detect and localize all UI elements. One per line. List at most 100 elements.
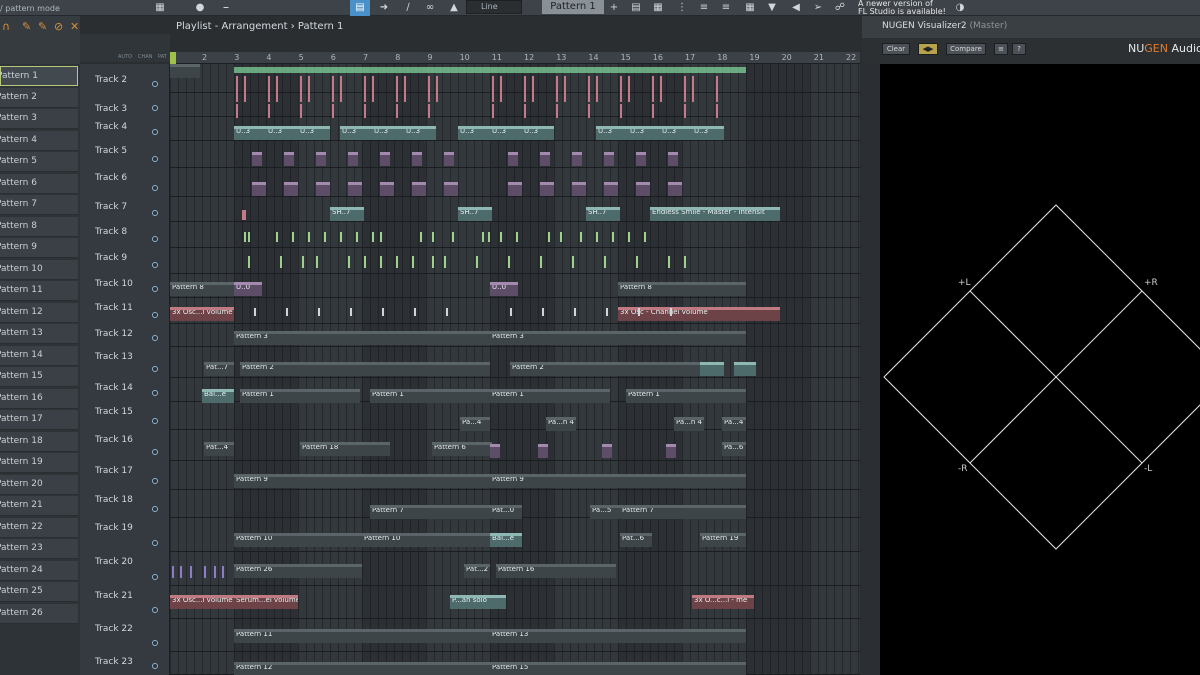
track-header[interactable]: Track 7 — [80, 197, 170, 222]
playlist-clip[interactable]: P...an solo — [450, 595, 506, 609]
playlist-clip[interactable]: U..3 — [692, 126, 724, 140]
playlist-clip[interactable]: Pattern 15 — [490, 662, 746, 675]
playlist-clip[interactable]: Pattern 26 — [234, 564, 362, 578]
pattern-list-item[interactable]: Pattern 10 — [0, 259, 78, 280]
track-header[interactable]: Track 9 — [80, 248, 170, 274]
pattern-list-item[interactable]: Pattern 20 — [0, 474, 78, 495]
playlist-clip[interactable]: U..3 — [458, 126, 490, 140]
track-enable-led[interactable] — [152, 286, 158, 292]
playlist-clip[interactable] — [668, 152, 678, 166]
playlist-clip[interactable]: Bal...e — [490, 533, 522, 547]
playlist-clip[interactable]: U..0 — [234, 282, 262, 296]
ruler-bar-number[interactable]: 6 — [331, 53, 336, 62]
playlist-clip[interactable]: U..3 — [234, 126, 266, 140]
playlist-clip[interactable]: Pattern 7 — [620, 505, 746, 519]
playlist-clip[interactable]: Pa...n 4 — [546, 417, 576, 431]
pattern-list-item[interactable]: Pattern 11 — [0, 281, 78, 301]
playlist-clip[interactable] — [602, 444, 612, 458]
pattern-list-item[interactable]: Pattern 23 — [0, 539, 78, 559]
playlist-clip[interactable]: Pattern 16 — [496, 564, 616, 578]
ruler-bar-number[interactable]: 12 — [524, 53, 534, 62]
playlist-clip[interactable] — [636, 182, 650, 196]
track-enable-led[interactable] — [152, 81, 158, 87]
playlist-clip[interactable]: Pattern 9 — [234, 474, 490, 488]
track-header[interactable]: Track 13 — [80, 347, 170, 378]
playlist-clip[interactable] — [252, 152, 262, 166]
playlist-clip[interactable]: Pattern 1 — [370, 389, 490, 403]
playlist-clip[interactable]: Pa...5 — [590, 505, 620, 519]
playlist-clip[interactable]: Pat...7 — [204, 362, 234, 376]
playlist-clip[interactable]: Pattern 1 — [626, 389, 746, 403]
playlist-clip[interactable]: Pa...4 — [722, 417, 746, 431]
pattern-list-item[interactable]: Pattern 9 — [0, 238, 78, 258]
pattern-list-item[interactable]: Pattern 7 — [0, 195, 78, 215]
playlist-clip[interactable]: Bal...e — [202, 389, 234, 403]
pattern-list-item[interactable]: Pattern 2 — [0, 87, 78, 108]
help-icon[interactable]: ? — [1012, 43, 1026, 55]
track-header[interactable]: Track 2 — [80, 64, 170, 93]
track-header[interactable]: Track 6 — [80, 168, 170, 197]
mute-icon[interactable]: ✕ — [70, 20, 79, 33]
metronome-icon[interactable]: ▲ — [444, 0, 464, 16]
playlist-clip[interactable] — [170, 64, 200, 78]
pattern-list-item[interactable]: Pattern 21 — [0, 496, 78, 516]
master-volume-knob[interactable]: ● — [190, 0, 210, 16]
plugin-icon[interactable]: ▼ — [762, 0, 782, 16]
track-header[interactable]: Track 4 — [80, 117, 170, 141]
playlist-clip[interactable]: Pa...4 — [460, 417, 490, 431]
track-header[interactable]: Track 10 — [80, 274, 170, 298]
touch-icon[interactable]: ◀ — [786, 0, 806, 16]
ruler-bar-number[interactable]: 16 — [653, 53, 663, 62]
playlist-clip[interactable] — [412, 182, 426, 196]
track-enable-led[interactable] — [152, 262, 158, 268]
add-pattern-button[interactable]: + — [604, 0, 624, 16]
track-enable-led[interactable] — [152, 105, 158, 111]
playlist-clip[interactable]: Pattern 3 — [490, 331, 746, 345]
pattern-list-item[interactable]: Pattern 3 — [0, 109, 78, 129]
playlist-clip[interactable] — [700, 362, 724, 376]
playlist-clip[interactable] — [380, 152, 390, 166]
pattern-list-item[interactable]: Pattern 22 — [0, 517, 78, 538]
playlist-clip[interactable] — [284, 182, 298, 196]
playlist-clip[interactable]: Pattern 8 — [170, 282, 234, 296]
track-enable-led[interactable] — [152, 640, 158, 646]
playlist-clip[interactable]: Pattern 2 — [510, 362, 710, 376]
playlist-clip[interactable]: Pattern 1 — [490, 389, 610, 403]
snap-select[interactable]: Line — [466, 0, 522, 14]
track-enable-led[interactable] — [152, 236, 158, 242]
playlist-clip[interactable] — [508, 182, 522, 196]
playlist-clip[interactable]: 3x Osc - Channel volume — [618, 307, 780, 321]
playlist-clip[interactable]: Pattern 19 — [700, 533, 746, 547]
pattern-song-toggle[interactable]: ▦ — [150, 0, 170, 16]
track-header[interactable]: Track 19 — [80, 518, 170, 552]
brush-icon[interactable]: ∕ — [398, 0, 418, 16]
track-enable-led[interactable] — [152, 540, 158, 546]
pattern-list-item[interactable]: Pattern 6 — [0, 173, 78, 194]
ruler-bar-number[interactable]: 10 — [460, 53, 470, 62]
track-enable-led[interactable] — [152, 366, 158, 372]
ruler-bar-number[interactable]: 7 — [363, 53, 368, 62]
track-header[interactable]: Track 11 — [80, 298, 170, 324]
playlist-clip[interactable] — [540, 152, 550, 166]
track-header[interactable]: Track 16 — [80, 430, 170, 461]
playlist-clip[interactable]: U..3 — [628, 126, 660, 140]
track-enable-led[interactable] — [152, 312, 158, 318]
master-pitch-slider[interactable]: ⎯ — [216, 0, 236, 16]
playlist-clip[interactable]: Pattern 18 — [300, 442, 390, 456]
ruler-bar-number[interactable]: 9 — [427, 53, 432, 62]
pattern-list-item[interactable]: Pattern 8 — [0, 216, 78, 237]
ruler-bar-number[interactable]: 17 — [685, 53, 695, 62]
track-enable-led[interactable] — [152, 335, 158, 341]
track-enable-led[interactable] — [152, 478, 158, 484]
ruler-bar-number[interactable]: 11 — [492, 53, 502, 62]
track-header[interactable]: Track 5 — [80, 141, 170, 168]
playlist-clip[interactable]: Pa...6 — [722, 442, 746, 456]
playlist-clip[interactable] — [668, 182, 682, 196]
piano-roll-icon[interactable]: ▦ — [648, 0, 668, 16]
track-enable-led[interactable] — [152, 418, 158, 424]
pattern-list-item[interactable]: Pattern 4 — [0, 130, 78, 151]
ruler-bar-number[interactable]: 8 — [395, 53, 400, 62]
playlist-clip[interactable] — [444, 152, 454, 166]
playlist-clip[interactable] — [412, 152, 422, 166]
track-header[interactable]: Track 20 — [80, 552, 170, 586]
